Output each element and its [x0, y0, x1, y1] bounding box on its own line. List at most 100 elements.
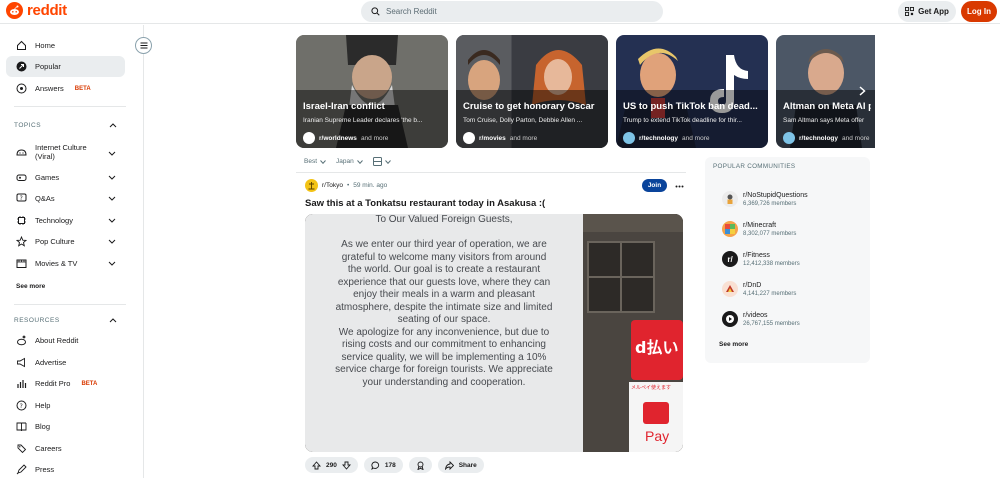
card-subreddit[interactable]: r/worldnews and more — [303, 132, 388, 144]
topics-header[interactable]: TOPICS — [14, 120, 118, 130]
join-button[interactable]: Join — [642, 179, 667, 192]
sidebar-item-blog[interactable]: Blog — [6, 416, 125, 437]
sidebar-item-qas[interactable]: ? Q&As — [6, 188, 125, 209]
sidebar-item-help[interactable]: ? Help — [6, 395, 125, 416]
trending-card[interactable]: Israel-Iran conflict Iranian Supreme Lea… — [296, 35, 448, 148]
popular-see-more[interactable]: See more — [719, 341, 748, 348]
collapse-sidebar-button[interactable] — [135, 37, 152, 54]
community-item[interactable]: r/videos 26,767,155 members — [722, 311, 800, 327]
downvote-icon[interactable] — [341, 461, 351, 470]
sidebar-item-internet-culture[interactable]: Internet Culture (Viral) — [6, 140, 125, 164]
community-members: 26,767,155 members — [743, 320, 800, 327]
card-subreddit[interactable]: r/technology and more — [623, 132, 709, 144]
trending-card[interactable]: Cruise to get honorary Oscar Tom Cruise,… — [456, 35, 608, 148]
sidebar-label: Careers — [35, 444, 62, 453]
about-reddit-icon — [16, 335, 27, 346]
sidebar-item-press[interactable]: Press — [6, 459, 125, 478]
internet-culture-icon — [16, 147, 27, 158]
sidebar-label: Answers — [35, 84, 64, 93]
login-button[interactable]: Log In — [961, 1, 997, 22]
card-title: Israel-Iran conflict — [303, 101, 385, 112]
top-header: reddit Get App Log In — [0, 0, 1000, 24]
resources-header[interactable]: RESOURCES — [14, 315, 118, 325]
blog-icon — [16, 421, 27, 432]
card-description: Iranian Supreme Leader declares 'the b..… — [303, 117, 423, 124]
card-subreddit[interactable]: r/movies and more — [463, 132, 537, 144]
upvote-icon[interactable] — [312, 460, 321, 470]
trending-card[interactable]: US to push TikTok ban dead... Trump to e… — [616, 35, 768, 148]
sidebar-label: Press — [35, 465, 55, 474]
card-view-icon — [372, 157, 382, 166]
sidebar-item-answers[interactable]: Answers BETA — [6, 78, 125, 99]
sidebar-item-advertise[interactable]: Advertise — [6, 352, 125, 373]
sidebar-label: Q&As — [35, 194, 55, 203]
svg-text:?: ? — [20, 195, 23, 202]
subreddit-avatar-icon[interactable] — [305, 179, 318, 192]
dnd-avatar-icon — [722, 281, 738, 297]
post-image[interactable]: To Our Valued Foreign Guests, As we ente… — [305, 214, 683, 452]
community-members: 8,302,077 members — [743, 230, 797, 237]
more-options-icon — [675, 185, 683, 187]
search-bar[interactable] — [361, 1, 663, 22]
post-subreddit[interactable]: r/Tokyo — [322, 182, 343, 189]
community-item[interactable]: r/ r/Fitness 12,412,338 members — [722, 251, 800, 267]
community-members: 12,412,338 members — [743, 260, 800, 267]
sidebar-label: Technology — [35, 216, 73, 225]
chevron-down-icon — [107, 148, 117, 158]
community-item[interactable]: r/NoStupidQuestions 6,369,726 members — [722, 191, 808, 207]
community-name: r/Fitness — [743, 251, 770, 259]
advertise-icon — [16, 357, 27, 368]
notice-text: To Our Valued Foreign Guests, As we ente… — [313, 214, 575, 389]
community-name: r/Minecraft — [743, 221, 777, 229]
post-meta: r/Tokyo • 59 min. ago — [305, 179, 387, 192]
post-title[interactable]: Saw this at a Tonkatsu restaurant today … — [305, 198, 545, 209]
card-subreddit[interactable]: r/technology and more — [783, 132, 869, 144]
region-dropdown[interactable]: Japan — [336, 158, 363, 165]
sort-dropdown[interactable]: Best — [304, 158, 326, 165]
card-description: Sam Altman says Meta offer — [783, 117, 865, 124]
chevron-down-icon — [320, 159, 326, 164]
community-item[interactable]: r/DnD 4,141,227 members — [722, 281, 796, 297]
chevron-down-icon — [107, 193, 117, 203]
sidebar-item-movies-tv[interactable]: Movies & TV — [6, 253, 125, 274]
press-icon — [16, 464, 27, 475]
popular-communities-panel: POPULAR COMMUNITIES r/NoStupidQuestions 6… — [705, 157, 870, 363]
card-title: Altman on Meta AI p — [783, 101, 871, 112]
post-more-button[interactable] — [673, 180, 685, 192]
card-more: and more — [842, 134, 870, 142]
search-input[interactable] — [386, 7, 636, 16]
topics-see-more[interactable]: See more — [16, 283, 45, 290]
get-app-button[interactable]: Get App — [898, 1, 956, 22]
sidebar-item-careers[interactable]: Careers — [6, 438, 125, 459]
comments-button[interactable]: 178 — [363, 457, 403, 473]
beta-badge: BETA — [81, 380, 98, 387]
notice-line: seating of our space. — [397, 314, 491, 325]
vote-count: 290 — [326, 461, 337, 469]
reddit-logo[interactable]: reddit — [6, 2, 67, 19]
sidebar-label: Help — [35, 401, 51, 410]
sidebar-item-home[interactable]: Home — [6, 35, 125, 56]
card-subreddit-name: r/technology — [639, 134, 679, 142]
sidebar-item-reddit-pro[interactable]: Reddit Pro BETA — [6, 373, 125, 394]
sidebar-item-games[interactable]: Games — [6, 167, 125, 188]
search-icon — [371, 7, 380, 16]
notice-line: your understanding and cooperation. — [362, 376, 526, 388]
sidebar-label: About Reddit — [35, 336, 79, 345]
chevron-up-icon — [108, 120, 118, 130]
feed-sort-bar: Best Japan — [304, 157, 391, 166]
carousel-next-button[interactable] — [854, 83, 870, 99]
community-members: 6,369,726 members — [743, 200, 797, 207]
view-dropdown[interactable] — [372, 157, 391, 166]
award-button[interactable] — [408, 457, 432, 473]
nostupidquestions-avatar-icon — [722, 191, 738, 207]
notice-line: experience that our guests love, where t… — [337, 276, 551, 288]
sidebar-item-technology[interactable]: Technology — [6, 210, 125, 231]
sidebar-item-pop-culture[interactable]: Pop Culture — [6, 231, 125, 252]
card-more: and more — [360, 134, 389, 142]
community-item[interactable]: r/Minecraft 8,302,077 members — [722, 221, 796, 237]
card-subreddit-name: r/technology — [799, 134, 839, 142]
sidebar-item-popular[interactable]: Popular — [6, 56, 125, 77]
sidebar-item-about-reddit[interactable]: About Reddit — [6, 330, 125, 351]
share-button[interactable]: Share — [437, 457, 484, 473]
sidebar-label: Advertise — [35, 358, 67, 367]
